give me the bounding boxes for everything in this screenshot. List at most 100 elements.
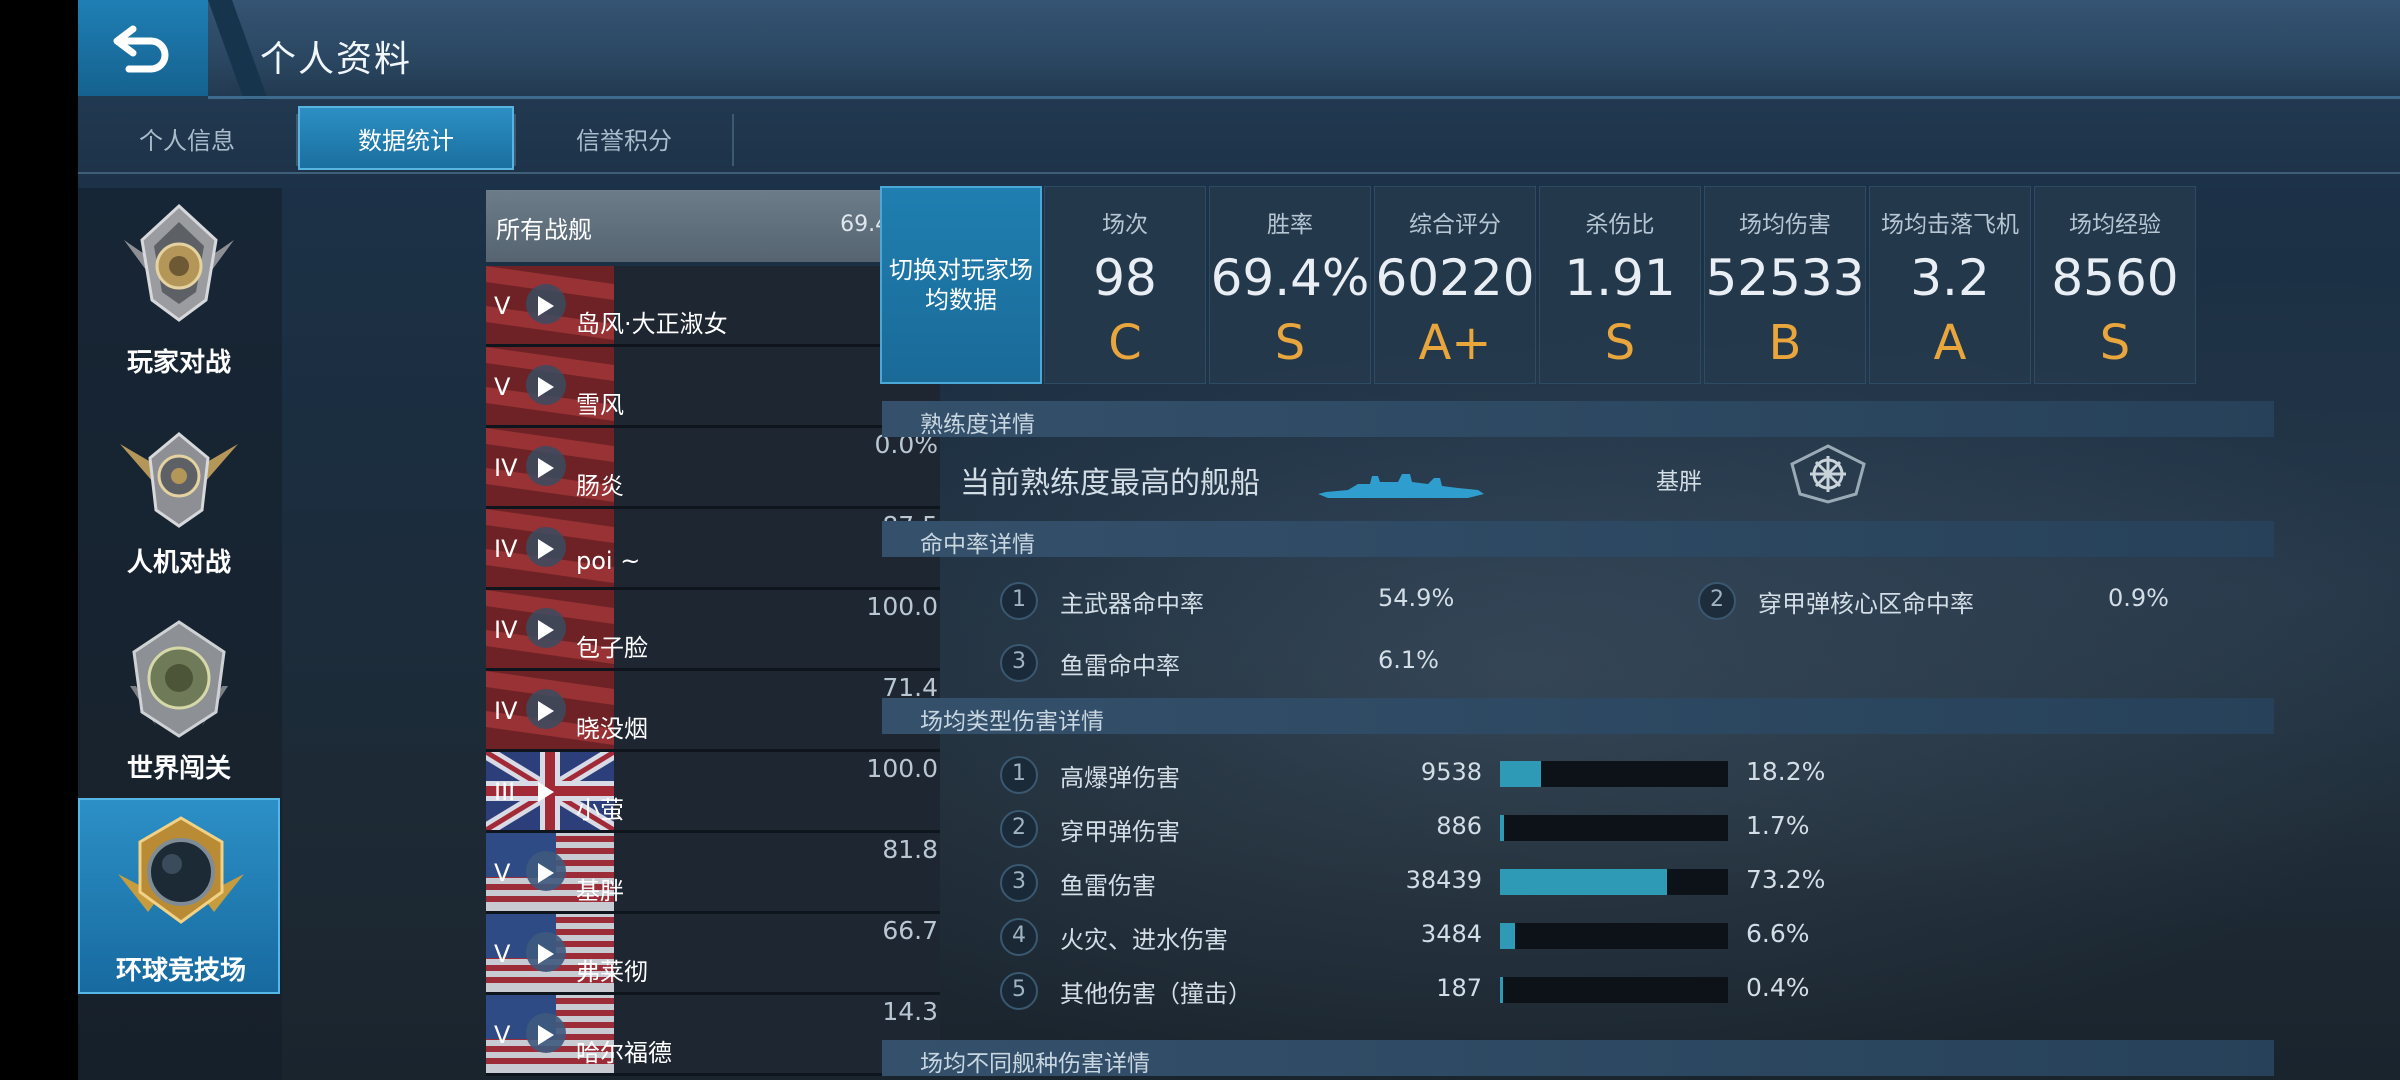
stat-label: 场均经验 [2069,212,2161,238]
item-number: 3 [1000,644,1038,682]
mode-pvp[interactable]: 玩家对战 [78,188,280,384]
item-number: 5 [1000,972,1038,1010]
tab-data-stats[interactable]: 数据统计 [298,106,514,170]
ship-tier: IV [494,535,518,563]
stat-grade: C [1108,315,1142,371]
play-icon [538,296,554,316]
stat-label: 场均伤害 [1739,212,1831,238]
mode-global-arena[interactable]: 环球竞技场 [78,798,280,994]
ship-name: poi ~ [576,547,641,575]
play-icon [538,701,554,721]
play-icon [538,539,554,559]
ship-row[interactable]: V 哈尔福德 14.3 [486,995,940,1076]
switch-data-button[interactable]: 切换对玩家场均数据 [880,186,1042,384]
damage-bar [1500,761,1728,787]
stat-grade: S [1604,315,1636,371]
ship-tier: IV [494,697,518,725]
damage-value: 3484 [1420,920,1482,948]
section-title: 场均类型伤害详情 [920,709,1104,735]
ship-row[interactable]: IV 包子脸 100.0 [486,590,940,671]
damage-bar-fill [1500,977,1503,1003]
item-number: 2 [1000,810,1038,848]
stat-label: 杀伤比 [1585,212,1655,238]
damage-value: 38439 [1405,866,1482,894]
ship-name: 小萤 [576,796,624,824]
tab-credit-score[interactable]: 信誉积分 [516,106,732,170]
damage-bar [1500,869,1728,895]
damage-percent: 73.2% [1746,865,1826,894]
hit-rate-label: 鱼雷命中率 [1060,652,1180,680]
mode-sidebar: 玩家对战 人机对战 世界闯关 环球竞技场 [78,188,282,1080]
ship-tier: V [494,292,511,320]
stat-grade: B [1768,315,1802,371]
ship-name: 哈尔福德 [576,1039,672,1067]
damage-bar-fill [1500,815,1504,841]
tab-bar: 个人信息 数据统计 信誉积分 [78,104,2400,174]
ship-row[interactable]: V雪风81.8 [486,347,940,428]
damage-value: 9538 [1420,758,1482,786]
ship-win-rate: 100.0 [866,754,938,783]
hit-rate-value: 0.9% [2108,584,2169,612]
tab-divider [732,114,734,166]
ship-tier: V [494,1021,511,1049]
ship-win-rate: 66.7 [882,916,938,945]
ship-row[interactable]: V岛风·大正淑女62.5 [486,266,940,347]
damage-percent: 0.4% [1746,973,1810,1002]
stat-label: 场次 [1102,212,1148,238]
item-number: 4 [1000,918,1038,956]
top-ship-name: 基胖 [1656,469,1702,495]
back-arrow-icon [113,25,169,73]
damage-bar-fill [1500,761,1542,787]
tab-personal-info[interactable]: 个人信息 [78,106,296,170]
hit-rate-label: 穿甲弹核心区命中率 [1758,590,1974,618]
ship-row[interactable]: IVpoi ~87.5 [486,509,940,590]
stats-summary: 切换对玩家场均数据 场次 98 C 胜率 69.4% S 综合评分 60220 A+ 杀伤比 1.9… [880,186,2280,386]
pve-emblem-icon [120,432,238,528]
stat-column: 场次 98 C [1044,186,1206,384]
ship-win-rate: 14.3 [882,997,938,1026]
ship-row[interactable]: III 小萤 100.0 [486,752,940,833]
ship-list: 所有战舰 69.4% V岛风·大正淑女62.5V雪风81.8IV肠炎0.0%IV… [486,190,940,1080]
ship-tier: IV [494,616,518,644]
stat-column: 场均伤害 52533 B [1704,186,1866,384]
tab-label: 个人信息 [139,126,235,155]
ship-row[interactable]: IV 肠炎 0.0% [486,428,940,509]
tab-label: 数据统计 [358,126,454,155]
stat-value: 8560 [2051,249,2179,307]
hit-rate-value: 6.1% [1378,646,1439,674]
ship-tier: V [494,940,511,968]
arena-emblem-icon [118,816,244,924]
stat-value: 69.4% [1210,249,1370,307]
stat-grade: S [1274,315,1306,371]
mode-label: 环球竞技场 [115,956,246,986]
item-number: 2 [1698,582,1736,620]
damage-bar [1500,815,1728,841]
stat-value: 1.91 [1564,249,1676,307]
mode-pve[interactable]: 人机对战 [78,402,280,598]
damage-value: 886 [1436,812,1482,840]
play-icon [538,1025,554,1045]
ship-row[interactable]: IV 晓没烟 71.4 [486,671,940,752]
section-title: 熟练度详情 [920,412,1035,438]
mode-world-challenge[interactable]: 世界闯关 [78,604,280,800]
hit-rate-value: 54.9% [1378,584,1455,612]
ship-name: 雪风 [576,391,624,419]
ship-tier: V [494,373,511,401]
ship-name: 包子脸 [576,634,648,662]
hit-rate-section-header: 命中率详情 [882,521,2274,558]
ship-silhouette-icon [1318,474,1484,498]
ship-row[interactable]: V 基胖 81.8 [486,833,940,914]
stat-label: 综合评分 [1409,212,1501,238]
stat-label: 胜率 [1267,212,1313,238]
all-ships-item[interactable]: 所有战舰 69.4% [486,190,940,262]
stat-column: 场均经验 8560 S [2034,186,2196,384]
back-button[interactable] [78,0,208,96]
stat-value: 3.2 [1910,249,1990,307]
header-bar: 个人资料 [78,0,2400,100]
play-icon [538,782,554,802]
stat-label: 场均击落飞机 [1881,212,2019,238]
play-icon [538,620,554,640]
page-title: 个人资料 [260,39,413,80]
ship-name: 岛风·大正淑女 [576,310,728,338]
ship-row[interactable]: V 弗莱彻 66.7 [486,914,940,995]
